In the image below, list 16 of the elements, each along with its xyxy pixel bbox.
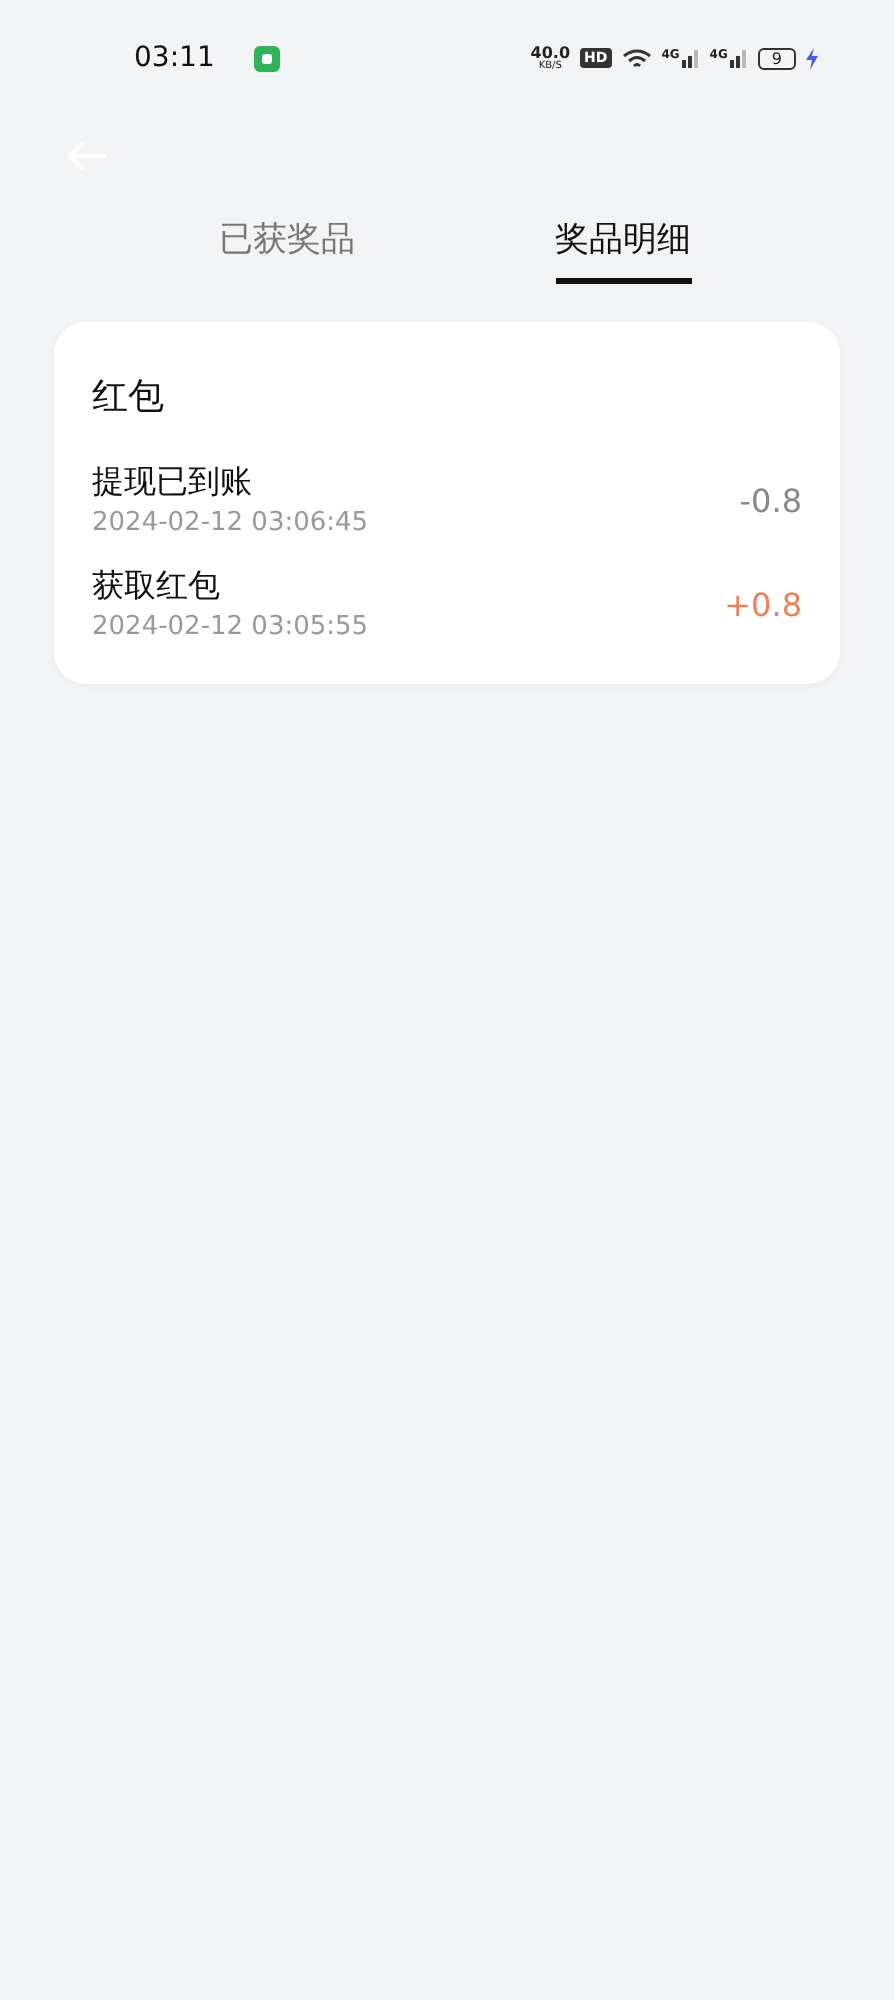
status-time: 03:11 (134, 42, 215, 74)
app-notification-icon (254, 45, 281, 71)
signal-icon (681, 48, 700, 68)
signal-icon (729, 48, 748, 68)
wifi-icon (621, 47, 652, 69)
record-amount: +0.8 (724, 585, 802, 623)
record-time: 2024-02-12 03:06:45 (92, 508, 369, 538)
record-title: 提现已到账 (92, 462, 254, 504)
card-title: 红包 (92, 374, 166, 420)
tab[interactable]: 已获奖品 (219, 216, 355, 284)
record-amount: -0.8 (739, 481, 802, 519)
battery-level: 9 (757, 47, 796, 69)
record-title: 获取红包 (92, 566, 222, 608)
record-time: 2024-02-12 03:05:55 (92, 612, 369, 642)
network-speed: 40.0 (530, 45, 571, 61)
tab[interactable]: 奖品明细 (555, 216, 691, 284)
